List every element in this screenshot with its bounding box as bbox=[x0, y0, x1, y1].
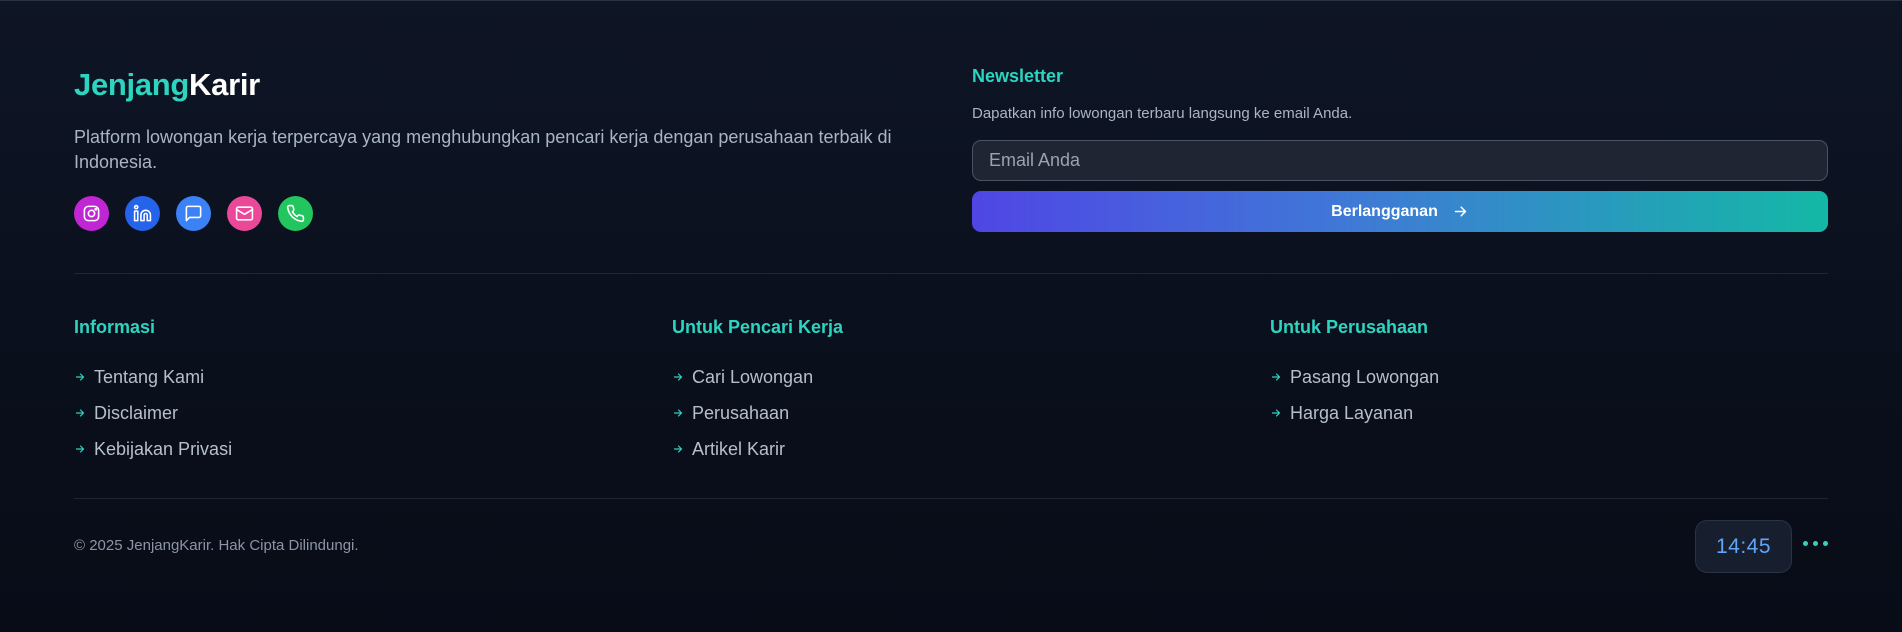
column-perusahaan: Untuk Perusahaan Pasang Lowongan Harga L… bbox=[1270, 317, 1439, 431]
footer-link-label: Disclaimer bbox=[94, 402, 179, 423]
footer-link-label: Pasang Lowongan bbox=[1290, 366, 1440, 387]
arrow-right-icon bbox=[672, 443, 684, 455]
arrow-right-icon bbox=[74, 443, 86, 455]
footer-link-pasang-lowongan[interactable]: Pasang Lowongan bbox=[1270, 359, 1439, 395]
footer-link-disclaimer[interactable]: Disclaimer bbox=[74, 395, 232, 431]
footer-link-harga-layanan[interactable]: Harga Layanan bbox=[1270, 395, 1439, 431]
arrow-right-icon bbox=[1270, 371, 1282, 383]
phone-icon bbox=[286, 204, 305, 223]
brand-part-1: Jenjang bbox=[74, 67, 190, 102]
phone-link[interactable] bbox=[278, 196, 313, 231]
arrow-right-icon bbox=[74, 371, 86, 383]
column-title: Untuk Perusahaan bbox=[1270, 317, 1429, 337]
mail-link[interactable] bbox=[227, 196, 262, 231]
footer-link-label: Tentang Kami bbox=[94, 366, 205, 387]
footer-link-label: Kebijakan Privasi bbox=[94, 438, 233, 459]
dot bbox=[1823, 541, 1828, 546]
footer-link-label: Perusahaan bbox=[692, 402, 790, 423]
footer-link-label: Artikel Karir bbox=[692, 438, 786, 459]
arrow-right-icon bbox=[1454, 206, 1467, 217]
subscribe-button-label: Berlangganan bbox=[1331, 202, 1438, 220]
column-title: Untuk Pencari Kerja bbox=[672, 317, 844, 337]
column-informasi: Informasi Tentang Kami Disclaimer Kebija… bbox=[74, 317, 232, 467]
instagram-link[interactable] bbox=[74, 196, 109, 231]
linkedin-icon bbox=[133, 204, 152, 222]
footer-link-kebijakan-privasi[interactable]: Kebijakan Privasi bbox=[74, 431, 232, 467]
footer-top: JenjangKarir Platform lowongan kerja ter… bbox=[74, 1, 1828, 274]
footer-link-cari-lowongan[interactable]: Cari Lowongan bbox=[672, 359, 843, 395]
footer-link-tentang-kami[interactable]: Tentang Kami bbox=[74, 359, 232, 395]
brand-part-2: Karir bbox=[189, 67, 260, 102]
arrow-right-icon bbox=[1270, 407, 1282, 419]
footer-links: Informasi Tentang Kami Disclaimer Kebija… bbox=[74, 274, 1828, 499]
more-options-icon[interactable] bbox=[1803, 541, 1828, 546]
newsletter-subtitle: Dapatkan info lowongan terbaru langsung … bbox=[972, 105, 1353, 122]
newsletter-title: Newsletter bbox=[972, 66, 1064, 86]
social-links bbox=[74, 196, 313, 231]
brand-logo[interactable]: JenjangKarir bbox=[74, 67, 260, 103]
instagram-icon bbox=[83, 205, 100, 222]
footer-link-label: Harga Layanan bbox=[1290, 402, 1414, 423]
footer-link-label: Cari Lowongan bbox=[692, 366, 814, 387]
arrow-right-icon bbox=[672, 407, 684, 419]
footer-link-artikel-karir[interactable]: Artikel Karir bbox=[672, 431, 843, 467]
chat-link[interactable] bbox=[176, 196, 211, 231]
footer: JenjangKarir Platform lowongan kerja ter… bbox=[74, 1, 1828, 619]
dot bbox=[1813, 541, 1818, 546]
clock-widget[interactable]: 14:45 bbox=[1695, 520, 1792, 573]
column-title: Informasi bbox=[74, 317, 156, 337]
copyright-text: © 2025 JenjangKarir. Hak Cipta Dilindung… bbox=[74, 537, 359, 554]
clock-time: 14:45 bbox=[1715, 534, 1772, 558]
footer-bottom: © 2025 JenjangKarir. Hak Cipta Dilindung… bbox=[74, 499, 1828, 619]
mail-icon bbox=[235, 206, 254, 221]
dot bbox=[1803, 541, 1808, 546]
footer-description: Platform lowongan kerja terpercaya yang … bbox=[74, 127, 892, 172]
email-input[interactable] bbox=[972, 140, 1828, 181]
linkedin-link[interactable] bbox=[125, 196, 160, 231]
arrow-right-icon bbox=[672, 371, 684, 383]
arrow-right-icon bbox=[74, 407, 86, 419]
subscribe-button[interactable]: Berlangganan bbox=[972, 191, 1828, 232]
footer-link-perusahaan[interactable]: Perusahaan bbox=[672, 395, 843, 431]
chat-icon bbox=[185, 205, 202, 222]
column-pencari-kerja: Untuk Pencari Kerja Cari Lowongan Perusa… bbox=[672, 317, 843, 467]
